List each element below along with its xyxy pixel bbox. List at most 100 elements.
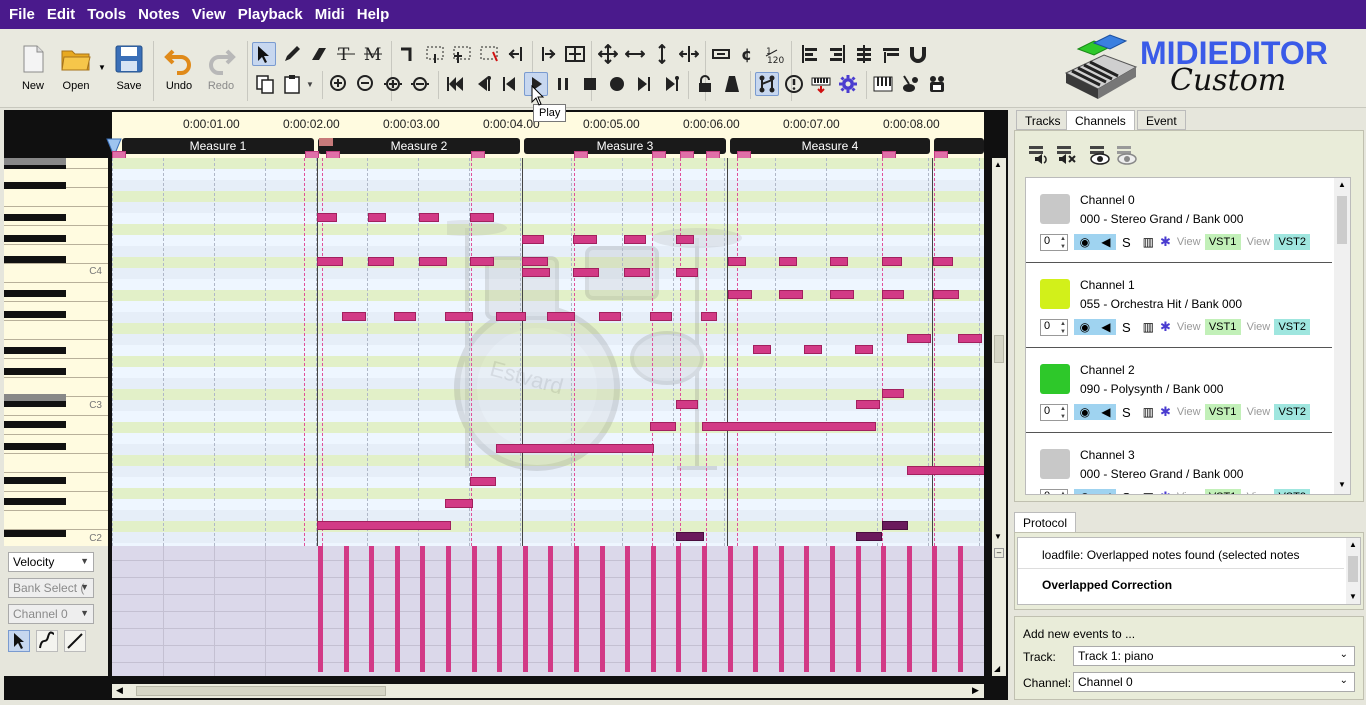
menu-edit[interactable]: Edit (41, 0, 81, 29)
scroll-right-icon[interactable]: ▶ (972, 685, 979, 696)
midi-note[interactable] (882, 257, 902, 266)
midi-note[interactable] (317, 213, 337, 222)
midi-note[interactable] (650, 422, 676, 431)
vst2-button[interactable]: VST2 (1274, 404, 1311, 420)
solo-button[interactable]: S (1122, 320, 1131, 335)
scroll-left-icon[interactable]: ◀ (116, 685, 123, 696)
channel-program[interactable]: 090 - Polysynth / Bank 000 (1080, 382, 1223, 396)
menu-tools[interactable]: Tools (81, 0, 132, 29)
menu-file[interactable]: File (3, 0, 41, 29)
velocity-bar[interactable] (753, 546, 758, 672)
channel-list-scroll-thumb[interactable] (1337, 196, 1347, 244)
midi-note[interactable] (624, 268, 650, 277)
channel-value-spinner[interactable]: 0 ▲▼ (1040, 488, 1068, 494)
move-all-icon[interactable] (596, 42, 620, 66)
warning-icon[interactable] (782, 72, 806, 96)
protocol-item[interactable]: Overlapped Correction (1042, 578, 1172, 592)
spinner-arrows-icon[interactable]: ▲▼ (1060, 235, 1066, 251)
vst1-button[interactable]: VST1 (1204, 319, 1241, 335)
velocity-bar[interactable] (856, 546, 861, 672)
playback-marker[interactable] (319, 138, 333, 146)
midi-note[interactable] (676, 268, 698, 277)
vst1-button[interactable]: VST1 (1204, 489, 1241, 494)
drum-kit-icon[interactable] (925, 72, 949, 96)
midi-note[interactable] (856, 532, 882, 541)
black-key[interactable] (4, 368, 66, 375)
vst1-view-button[interactable]: View (1177, 491, 1201, 494)
midi-note[interactable] (933, 257, 953, 266)
black-key[interactable] (4, 256, 66, 263)
midi-note[interactable] (882, 290, 904, 299)
midi-note[interactable] (445, 499, 473, 508)
black-key[interactable] (4, 214, 66, 221)
velocity-bar[interactable] (548, 546, 553, 672)
velocity-bar[interactable] (420, 546, 425, 672)
glue-notes-icon[interactable] (563, 42, 587, 66)
resize-grip-icon[interactable]: ◢ (994, 664, 1000, 673)
misc-scrollbar[interactable]: – ◢ (992, 546, 1006, 676)
measure-3[interactable]: Measure 3 (524, 138, 726, 154)
align-left-icon[interactable] (798, 42, 822, 66)
equalize-icon[interactable] (852, 42, 876, 66)
instrument-piano-icon[interactable]: ▥ (1143, 405, 1154, 419)
black-key[interactable] (4, 290, 66, 297)
vertical-scroll-thumb[interactable] (994, 335, 1004, 363)
velocity-bar[interactable] (344, 546, 349, 672)
velocity-bar[interactable] (497, 546, 502, 672)
black-key[interactable] (4, 394, 66, 401)
midi-note[interactable] (779, 257, 797, 266)
stop-icon[interactable] (578, 72, 602, 96)
measure-1[interactable]: Measure 1 (122, 138, 314, 154)
all-channels-invisible-icon[interactable] (1115, 143, 1137, 165)
black-key[interactable] (4, 347, 66, 354)
midi-note[interactable] (470, 213, 494, 222)
horizontal-scroll-thumb[interactable] (136, 686, 386, 696)
undo-button[interactable]: Undo (159, 43, 199, 99)
save-button[interactable]: Save (109, 43, 149, 99)
channel-value-spinner[interactable]: 0 ▲▼ (1040, 233, 1068, 251)
scroll-down-icon[interactable]: ▼ (1349, 592, 1357, 601)
record-icon[interactable] (605, 72, 629, 96)
back-to-start-icon[interactable] (443, 72, 467, 96)
midi-note[interactable] (342, 312, 366, 321)
vst1-view-button[interactable]: View (1177, 236, 1201, 248)
midi-note[interactable] (419, 213, 439, 222)
channel-color-swatch[interactable] (1040, 449, 1070, 479)
zoom-out-horizontal-icon[interactable] (408, 72, 432, 96)
channel-select[interactable]: Channel 0 ⌄ (1073, 672, 1355, 692)
protocol-item[interactable]: loadfile: Overlapped notes found (select… (1042, 548, 1300, 562)
vst1-view-button[interactable]: View (1177, 321, 1201, 333)
midi-note[interactable] (394, 312, 416, 321)
open-button[interactable]: Open (56, 43, 96, 99)
channel-settings-gear-icon[interactable]: ✱ (1160, 489, 1171, 494)
copy-icon[interactable] (253, 72, 277, 96)
channel-program[interactable]: 000 - Stereo Grand / Bank 000 (1080, 212, 1243, 226)
tab-protocol[interactable]: Protocol (1014, 512, 1077, 533)
zoom-out-vertical-icon[interactable] (354, 72, 378, 96)
tab-channels[interactable]: Channels (1066, 110, 1135, 131)
visibility-toggle[interactable]: ◉◀ (1074, 319, 1116, 335)
black-key[interactable] (4, 421, 66, 428)
vst1-view-button[interactable]: View (1177, 406, 1201, 418)
velocity-bar[interactable] (728, 546, 733, 672)
forward-marker-icon[interactable] (659, 72, 683, 96)
new-button[interactable]: New (13, 43, 53, 99)
midi-note[interactable] (317, 257, 343, 266)
midi-note[interactable] (676, 235, 694, 244)
channel-color-swatch[interactable] (1040, 279, 1070, 309)
threads-icon[interactable] (755, 72, 779, 96)
velocity-bar[interactable] (676, 546, 681, 672)
midi-note[interactable] (753, 345, 771, 354)
align-right-icon[interactable] (825, 42, 849, 66)
velocity-bar[interactable] (907, 546, 912, 672)
midi-note[interactable] (599, 312, 621, 321)
channel-program[interactable]: 055 - Orchestra Hit / Bank 000 (1080, 297, 1242, 311)
all-channels-visible-icon[interactable] (1088, 143, 1110, 165)
midi-note[interactable] (624, 235, 646, 244)
channel-item[interactable]: Channel 2 090 - Polysynth / Bank 000 0 ▲ ▼ ◉ ◀… (1026, 348, 1332, 433)
tab-tracks[interactable]: Tracks (1016, 110, 1070, 130)
velocity-bar[interactable] (600, 546, 605, 672)
midi-note[interactable] (368, 257, 394, 266)
velocity-bar[interactable] (804, 546, 809, 672)
midi-note[interactable] (317, 521, 451, 530)
